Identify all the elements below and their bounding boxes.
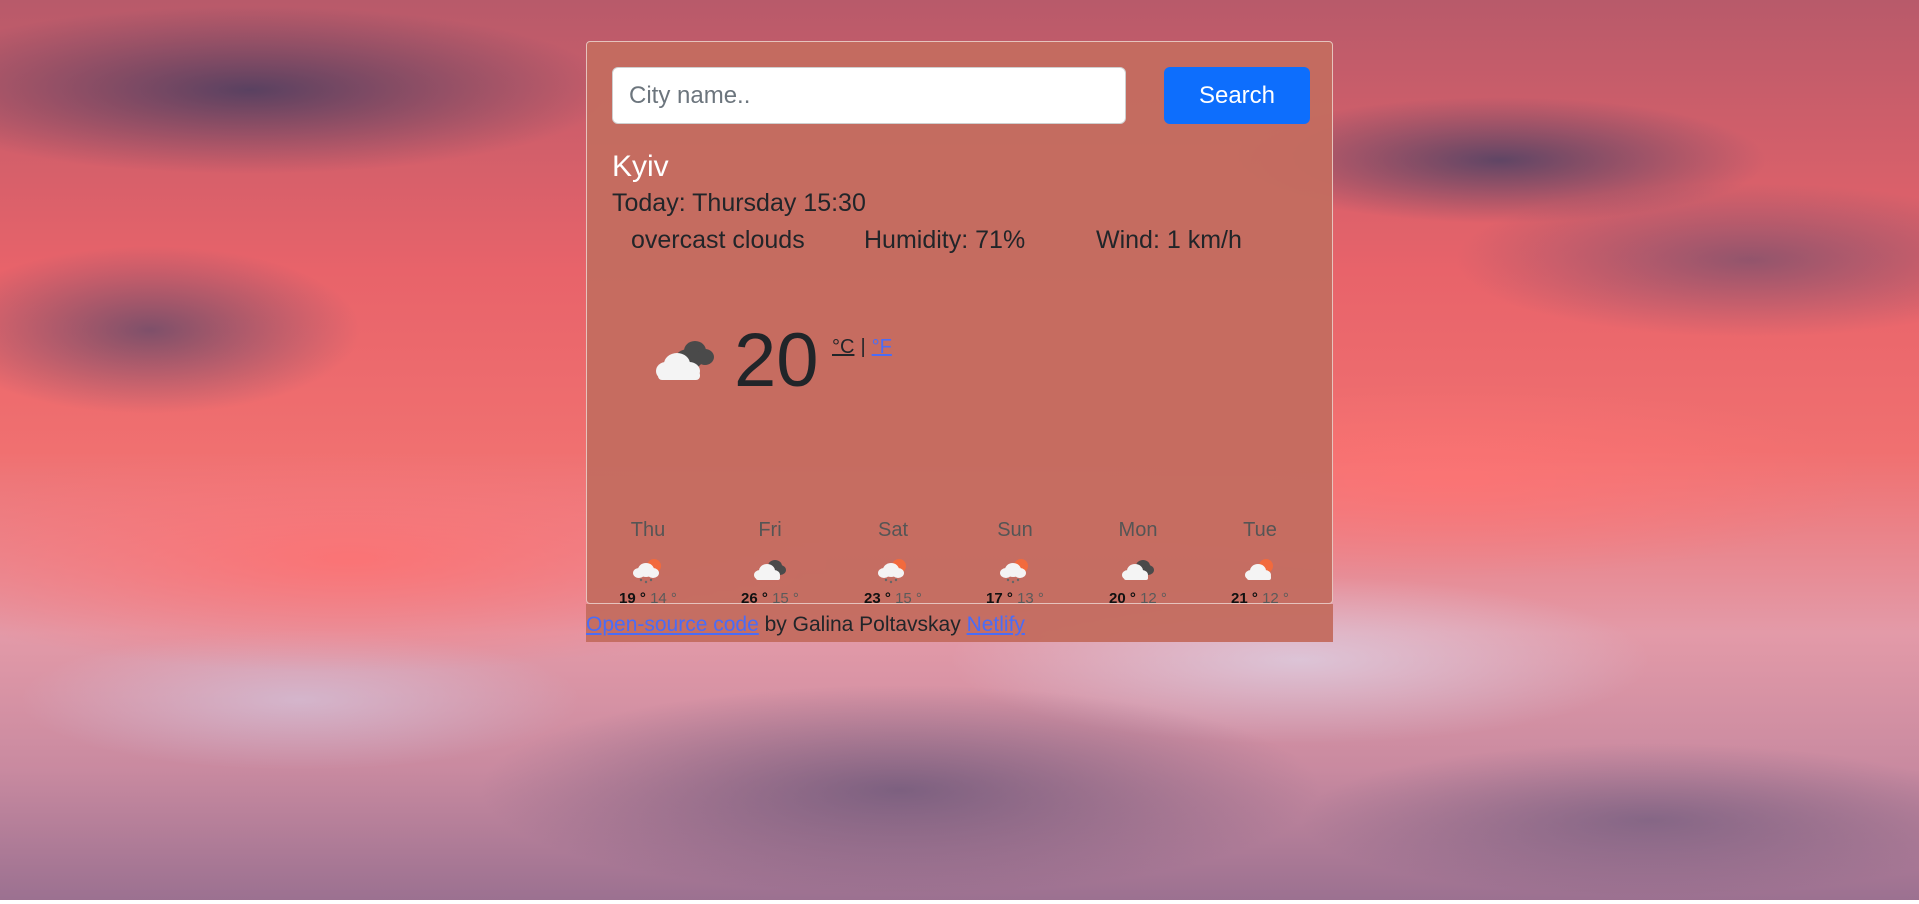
current-date-time: Today: Thursday 15:30 [612, 189, 866, 217]
source-code-link[interactable]: Open-source code [586, 613, 759, 636]
forecast-day-name: Tue [1243, 519, 1277, 541]
forecast-day: Sat 23 ° 15 ° [832, 516, 954, 607]
wind-value: Wind: 1 km/h [1096, 226, 1242, 254]
weather-description: overcast clouds [631, 226, 805, 254]
forecast-day: Fri 26 ° 15 ° [709, 516, 831, 607]
forecast-day-name: Thu [630, 519, 666, 541]
sun-cloud-icon [1245, 559, 1273, 580]
forecast-day-name: Fri [758, 519, 782, 541]
overcast-clouds-icon [656, 341, 714, 380]
unit-switcher: °C | °F [832, 336, 892, 359]
broken-clouds-icon [754, 560, 786, 580]
forecast-day: Mon 20 ° 12 ° [1077, 516, 1199, 607]
city-name: Kyiv [612, 150, 669, 183]
broken-clouds-icon [1122, 560, 1154, 580]
forecast-day-name: Mon [1118, 519, 1158, 541]
search-button[interactable]: Search [1164, 67, 1310, 124]
fahrenheit-link[interactable]: °F [872, 336, 892, 358]
sun-rain-cloud-icon [633, 559, 661, 584]
weather-card: Search Kyiv Today: Thursday 15:30 overca… [586, 41, 1333, 607]
unit-separator: | [860, 336, 866, 358]
forecast-day: Thu 19 ° 14 ° [587, 516, 709, 607]
forecast-day-name: Sun [997, 519, 1033, 541]
author-text: by Galina Poltavskay [764, 613, 961, 636]
footer: Open-source code by Galina Poltavskay Ne… [586, 604, 1333, 642]
current-temperature: 20 [734, 318, 819, 403]
forecast-day-name: Sat [877, 519, 909, 541]
humidity-value: Humidity: 71% [864, 226, 1026, 254]
forecast-day: Sun 17 ° 13 ° [954, 516, 1076, 607]
sun-rain-cloud-icon [878, 559, 906, 584]
netlify-link[interactable]: Netlify [967, 613, 1025, 636]
bottom-strip [0, 900, 1919, 904]
celsius-link[interactable]: °C [832, 336, 854, 358]
sun-rain-cloud-icon [1000, 559, 1028, 584]
forecast-day: Tue 21 ° 12 ° [1199, 516, 1321, 607]
city-search-input[interactable] [612, 67, 1126, 124]
